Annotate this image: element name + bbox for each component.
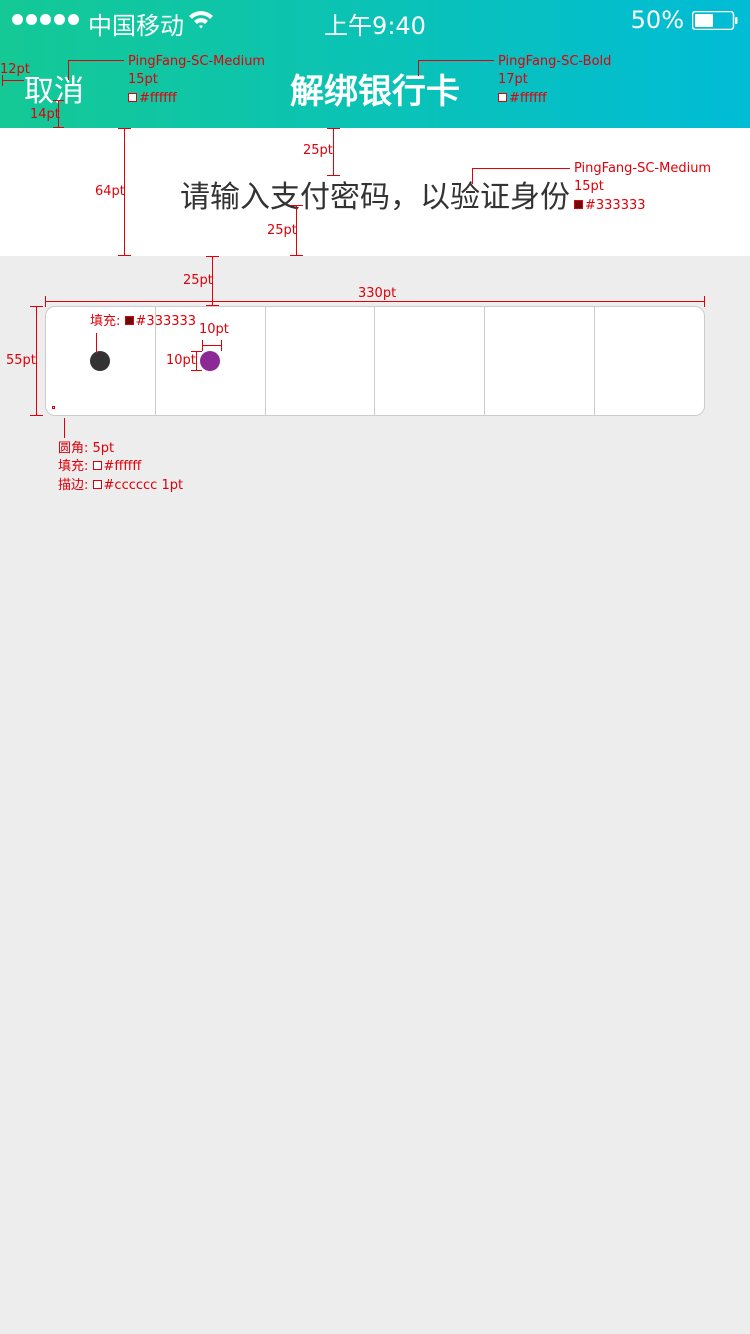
- annotation-box-radius: 圆角: 5pt: [58, 441, 115, 456]
- page-title: 解绑银行卡: [290, 72, 460, 112]
- annotation-box-top-gap: 25pt: [183, 273, 213, 288]
- password-cell[interactable]: [154, 307, 265, 415]
- battery-icon: [692, 11, 738, 30]
- password-cell[interactable]: [264, 307, 375, 415]
- password-dot-filled: [90, 351, 111, 371]
- password-cell[interactable]: [594, 307, 704, 415]
- annotation-box-width: 330pt: [358, 286, 397, 301]
- prompt-text: 请输入支付密码，以验证身份: [180, 180, 570, 215]
- password-cell[interactable]: [374, 307, 484, 415]
- password-dot-active: [200, 351, 221, 371]
- status-bar: 中国移动 上午9:40 50%: [0, 0, 750, 40]
- battery-percentage: 50%: [630, 6, 684, 34]
- annotation-box-fill: 填充: #ffffff: [58, 459, 142, 474]
- annotation-box-height: 55pt: [6, 353, 36, 368]
- prompt-section: 请输入支付密码，以验证身份: [0, 128, 750, 256]
- password-cell[interactable]: [484, 307, 594, 415]
- password-input-box[interactable]: [45, 306, 705, 416]
- password-cell[interactable]: [46, 307, 155, 415]
- annotation-box-stroke: 描边: #cccccc 1pt: [58, 478, 184, 493]
- header: 中国移动 上午9:40 50% 取消 解绑银行卡: [0, 0, 750, 128]
